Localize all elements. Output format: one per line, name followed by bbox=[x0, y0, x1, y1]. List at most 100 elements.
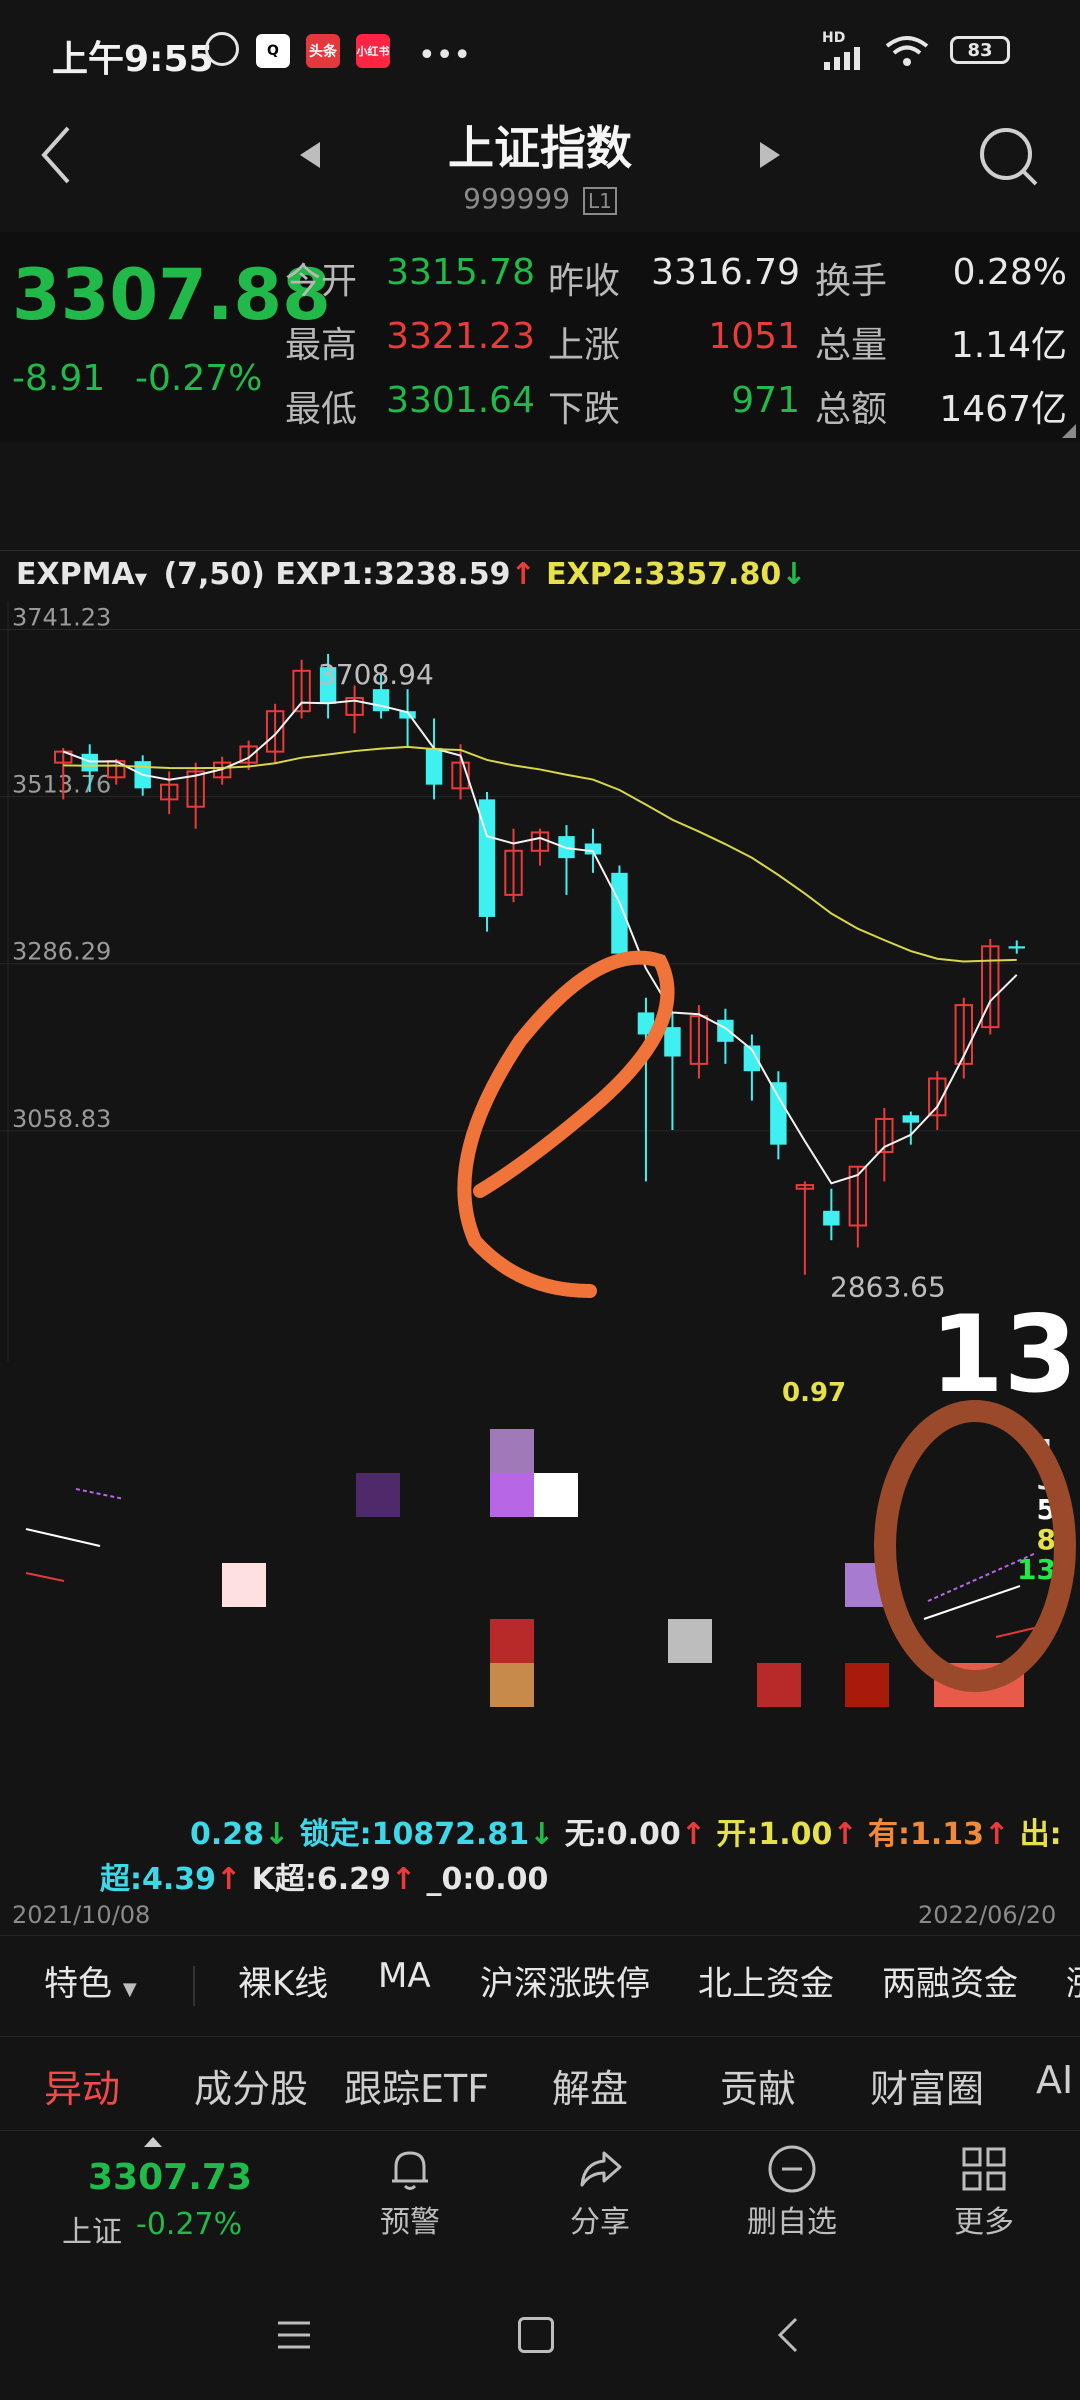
indicator-name: EXPMA bbox=[16, 557, 135, 592]
alert-button[interactable]: 预警 bbox=[350, 2141, 470, 2241]
share-button[interactable]: 分享 bbox=[540, 2141, 660, 2241]
sl2-z-value: 0.00 bbox=[474, 1862, 549, 1897]
feature-strip: 特色 ▼ 裸K线 MA 沪深涨跌停 北上资金 两融资金 涨 bbox=[0, 1935, 1080, 2037]
value-down: 971 bbox=[731, 380, 800, 421]
overlay-block bbox=[490, 1663, 534, 1707]
feature-northbound[interactable]: 北上资金 bbox=[698, 1956, 834, 2005]
indicator-params: (7,50) bbox=[163, 557, 265, 592]
status-line-1: 0.28↓ 锁定:10872.81↓ 无:0.00↑ 开:1.00↑ 有:1.1… bbox=[190, 1809, 1062, 1853]
feature-naked-k[interactable]: 裸K线 bbox=[238, 1956, 328, 2005]
sl1-have-label: 有: bbox=[867, 1817, 910, 1852]
big-number-annotation: 13 bbox=[930, 1293, 1078, 1416]
network-label: HD bbox=[822, 30, 846, 46]
quote-panel: 3307.88 -8.91 -0.27% 今开 3315.78 昨收 3316.… bbox=[0, 232, 1080, 442]
caret-up-icon bbox=[144, 2137, 162, 2147]
start-date: 2021/10/08 bbox=[12, 1901, 151, 1929]
candle-body bbox=[664, 1027, 681, 1057]
end-date: 2022/06/20 bbox=[918, 1901, 1057, 1929]
label-turnover: 换手 bbox=[815, 261, 888, 302]
label-open: 今开 bbox=[285, 261, 358, 302]
candle-body bbox=[425, 747, 443, 785]
sl1-none-value: 0.00 bbox=[606, 1817, 681, 1852]
qq-icon: Q bbox=[256, 34, 290, 68]
feature-limit-updown[interactable]: 沪深涨跌停 bbox=[480, 1956, 650, 2005]
sub-yellow-label: 0.97 bbox=[782, 1378, 846, 1408]
exp2-value: 3357.80 bbox=[644, 557, 782, 592]
mini-name: 上证 bbox=[62, 2215, 122, 2250]
bottom-action-bar: 3307.73 上证 -0.27% 预警 分享 删自选 更多 bbox=[0, 2130, 1080, 2281]
menu-icon[interactable] bbox=[274, 2317, 314, 2357]
sl1-arrow-a: ↓ bbox=[264, 1817, 290, 1852]
remove-watchlist-label: 删自选 bbox=[747, 2205, 837, 2240]
sl2-arrow-b: ↑ bbox=[216, 1862, 242, 1897]
home-icon[interactable] bbox=[518, 2317, 554, 2353]
candle-body bbox=[823, 1210, 840, 1226]
candle-body bbox=[770, 1082, 787, 1145]
sl1-arrow-have: ↑ bbox=[984, 1817, 1010, 1852]
system-nav-bar bbox=[0, 2285, 1080, 2400]
value-open: 3315.78 bbox=[386, 252, 535, 293]
candle-body bbox=[611, 872, 628, 954]
overlay-block bbox=[534, 1473, 578, 1517]
period-tabs: 分时 五日 日K 周K 月K 周期 ▼ bbox=[0, 450, 1080, 991]
y-tick-label: 3741.23 bbox=[12, 603, 111, 631]
mini-purple-line bbox=[75, 1488, 125, 1500]
subtab-wealth-circle[interactable]: 财富圈 bbox=[870, 2058, 984, 2113]
subtab-analysis[interactable]: 解盘 bbox=[552, 2058, 628, 2113]
share-icon bbox=[580, 2151, 622, 2187]
exp1-line bbox=[62, 699, 1018, 1185]
sl1-open-label: 开: bbox=[716, 1817, 759, 1852]
code-text: 999999 bbox=[463, 182, 571, 215]
candle-body bbox=[902, 1115, 920, 1123]
subtab-ai[interactable]: AI bbox=[1036, 2058, 1073, 2102]
sl2-arrow-k: ↑ bbox=[390, 1862, 417, 1897]
y-tick-label: 3058.83 bbox=[12, 1105, 111, 1133]
sl1-out-label: 出: bbox=[1019, 1817, 1062, 1852]
next-index-button[interactable] bbox=[758, 140, 782, 174]
more-notifications-icon: ••• bbox=[418, 38, 472, 73]
back-nav-icon[interactable] bbox=[772, 2315, 802, 2359]
sl2-b-value: 4.39 bbox=[142, 1862, 217, 1897]
page-title: 上证指数 bbox=[448, 121, 632, 175]
subtab-anomaly[interactable]: 异动 bbox=[44, 2058, 120, 2113]
kline-chart-area[interactable]: EXPMA▼ (7,50) EXP1:3238.59↑ EXP2:3357.80… bbox=[0, 550, 1080, 1929]
label-amount: 总额 bbox=[815, 389, 888, 430]
sub-tabs: 异动 成分股 跟踪ETF 解盘 贡献 财富圈 AI bbox=[0, 2040, 1080, 2130]
feature-margin[interactable]: 两融资金 bbox=[882, 1956, 1018, 2005]
subtab-etf[interactable]: 跟踪ETF bbox=[344, 2058, 489, 2113]
overlay-block bbox=[490, 1619, 534, 1663]
overlay-block bbox=[668, 1619, 712, 1663]
current-price: 3307.88 bbox=[12, 254, 331, 336]
expand-corner-icon[interactable] bbox=[1062, 424, 1076, 438]
mini-quote[interactable]: 3307.73 上证 -0.27% bbox=[40, 2131, 270, 2271]
status-bar: 上午9:55 Q 头条 小红书 ••• HD 83 bbox=[0, 0, 1080, 100]
candle-body bbox=[81, 753, 98, 772]
value-low: 3301.64 bbox=[386, 380, 535, 421]
sl1-arrow-none: ↑ bbox=[680, 1817, 706, 1852]
feature-tese[interactable]: 特色 ▼ bbox=[44, 1956, 137, 2005]
value-prev-close: 3316.79 bbox=[651, 252, 800, 293]
more-button[interactable]: 更多 bbox=[924, 2141, 1044, 2241]
sl1-have-value: 1.13 bbox=[909, 1817, 985, 1852]
feature-ma[interactable]: MA bbox=[378, 1956, 431, 1996]
label-high: 最高 bbox=[285, 325, 358, 366]
value-up: 1051 bbox=[708, 316, 800, 357]
subtab-constituents[interactable]: 成分股 bbox=[194, 2058, 308, 2113]
indicator-line[interactable]: EXPMA▼ (7,50) EXP1:3238.59↑ EXP2:3357.80… bbox=[16, 557, 806, 592]
value-turnover: 0.28% bbox=[952, 252, 1067, 293]
label-low: 最低 bbox=[285, 389, 358, 430]
feature-more-cut[interactable]: 涨 bbox=[1066, 1956, 1080, 2005]
mini-red-line bbox=[25, 1572, 65, 1582]
overlay-block bbox=[757, 1663, 801, 1707]
candlestick-chart[interactable]: 3741.23 3513.76 3286.29 3058.83 3708.94 2863.… bbox=[0, 601, 1080, 1751]
subtab-contribution[interactable]: 贡献 bbox=[720, 2058, 796, 2113]
overlay-block bbox=[222, 1563, 266, 1607]
price-change: -8.91 bbox=[12, 358, 106, 399]
mini-pct: -0.27% bbox=[136, 2207, 243, 2242]
status-time: 上午9:55 bbox=[52, 39, 214, 80]
remove-watchlist-button[interactable]: 删自选 bbox=[722, 2141, 862, 2241]
y-tick-label: 3513.76 bbox=[12, 771, 111, 799]
side-number: 8 bbox=[1037, 1523, 1056, 1556]
candle-body bbox=[1008, 946, 1025, 949]
chevron-down-icon: ▼ bbox=[122, 1979, 137, 2000]
